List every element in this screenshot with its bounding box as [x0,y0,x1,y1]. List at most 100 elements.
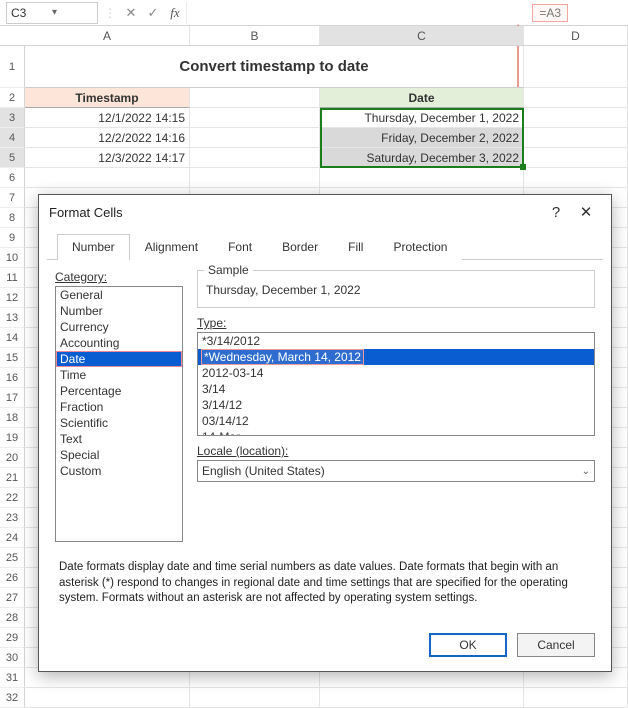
category-item[interactable]: Number [56,303,182,319]
category-item[interactable]: Accounting [56,335,182,351]
row-number[interactable]: 25 [0,548,25,568]
row-number[interactable]: 29 [0,628,25,648]
type-item[interactable]: 14-Mar [198,429,594,436]
type-item[interactable]: *3/14/2012 [198,333,594,349]
tab-protection[interactable]: Protection [378,234,462,260]
category-item[interactable]: Percentage [56,383,182,399]
category-item[interactable]: Date [56,351,182,367]
cancel-formula-icon[interactable]: ✕ [120,5,142,21]
type-item[interactable]: 3/14 [198,381,594,397]
cell[interactable] [524,88,628,108]
cell-date[interactable]: Friday, December 2, 2022 [320,128,524,148]
category-list[interactable]: GeneralNumberCurrencyAccountingDateTimeP… [55,286,183,542]
tab-fill[interactable]: Fill [333,234,378,260]
category-item[interactable]: General [56,287,182,303]
cell-timestamp[interactable]: 12/1/2022 14:15 [25,108,190,128]
cell[interactable] [190,168,320,188]
locale-select[interactable]: English (United States) ⌄ [197,460,595,482]
row-number[interactable]: 17 [0,388,25,408]
row-number[interactable]: 12 [0,288,25,308]
row-number[interactable]: 19 [0,428,25,448]
col-header-a[interactable]: A [25,26,190,45]
row-number[interactable]: 31 [0,668,25,688]
row-number[interactable]: 32 [0,688,25,708]
name-box[interactable]: C3 ▾ [6,2,98,24]
row-number[interactable]: 26 [0,568,25,588]
type-item[interactable]: 2012-03-14 [198,365,594,381]
cell[interactable] [190,88,320,108]
type-item[interactable]: 3/14/12 [198,397,594,413]
row-number[interactable]: 11 [0,268,25,288]
row-number[interactable]: 15 [0,348,25,368]
row-number[interactable]: 10 [0,248,25,268]
row-number[interactable]: 9 [0,228,25,248]
category-item[interactable]: Text [56,431,182,447]
ok-button[interactable]: OK [429,633,507,657]
row-number[interactable]: 27 [0,588,25,608]
row-number[interactable]: 22 [0,488,25,508]
tab-font[interactable]: Font [213,234,267,260]
cell[interactable] [524,168,628,188]
row-number[interactable]: 14 [0,328,25,348]
category-item[interactable]: Special [56,447,182,463]
cell[interactable] [190,148,320,168]
cell[interactable] [190,108,320,128]
cell[interactable] [25,168,190,188]
category-item[interactable]: Time [56,367,182,383]
cell-date[interactable]: Thursday, December 1, 2022 [320,108,524,128]
col-header-c[interactable]: C [320,26,524,45]
cell-timestamp[interactable]: 12/3/2022 14:17 [25,148,190,168]
row-number[interactable]: 4 [0,128,25,148]
row-number[interactable]: 16 [0,368,25,388]
row-number[interactable]: 1 [0,46,25,88]
row-number[interactable]: 7 [0,188,25,208]
help-icon[interactable]: ? [541,204,571,221]
row-number[interactable]: 30 [0,648,25,668]
cell-timestamp[interactable]: 12/2/2022 14:16 [25,128,190,148]
tab-alignment[interactable]: Alignment [130,234,213,260]
cell[interactable] [320,688,524,708]
row-number[interactable]: 21 [0,468,25,488]
header-timestamp[interactable]: Timestamp [25,88,190,108]
category-item[interactable]: Fraction [56,399,182,415]
row-number[interactable]: 24 [0,528,25,548]
cell[interactable] [190,128,320,148]
cell[interactable] [524,688,628,708]
cell[interactable] [524,46,628,88]
row-number[interactable]: 18 [0,408,25,428]
row-number[interactable]: 2 [0,88,25,108]
cell[interactable] [320,168,524,188]
type-item[interactable]: *Wednesday, March 14, 2012 [198,349,594,365]
chevron-down-icon[interactable]: ▾ [52,7,93,18]
col-header-d[interactable]: D [524,26,628,45]
row-number[interactable]: 20 [0,448,25,468]
fx-icon[interactable]: fx [164,5,186,21]
type-item[interactable]: 03/14/12 [198,413,594,429]
cancel-button[interactable]: Cancel [517,633,595,657]
row-number[interactable]: 23 [0,508,25,528]
tab-border[interactable]: Border [267,234,333,260]
row-number[interactable]: 8 [0,208,25,228]
col-header-b[interactable]: B [190,26,320,45]
enter-formula-icon[interactable]: ✓ [142,5,164,21]
header-date[interactable]: Date [320,88,524,108]
row-number[interactable]: 3 [0,108,25,128]
row-number[interactable]: 6 [0,168,25,188]
cell[interactable] [524,128,628,148]
category-item[interactable]: Scientific [56,415,182,431]
cell[interactable] [190,688,320,708]
row-number[interactable]: 28 [0,608,25,628]
close-icon[interactable]: ✕ [571,203,601,221]
select-all-corner[interactable] [0,26,25,45]
row-number[interactable]: 13 [0,308,25,328]
tab-number[interactable]: Number [57,234,130,260]
row-number[interactable]: 5 [0,148,25,168]
cell[interactable] [524,148,628,168]
type-list[interactable]: *3/14/2012*Wednesday, March 14, 20122012… [197,332,595,436]
category-item[interactable]: Currency [56,319,182,335]
dialog-titlebar[interactable]: Format Cells ? ✕ [39,195,611,229]
category-item[interactable]: Custom [56,463,182,479]
cell[interactable] [524,108,628,128]
cell[interactable] [25,688,190,708]
cell-date[interactable]: Saturday, December 3, 2022 [320,148,524,168]
